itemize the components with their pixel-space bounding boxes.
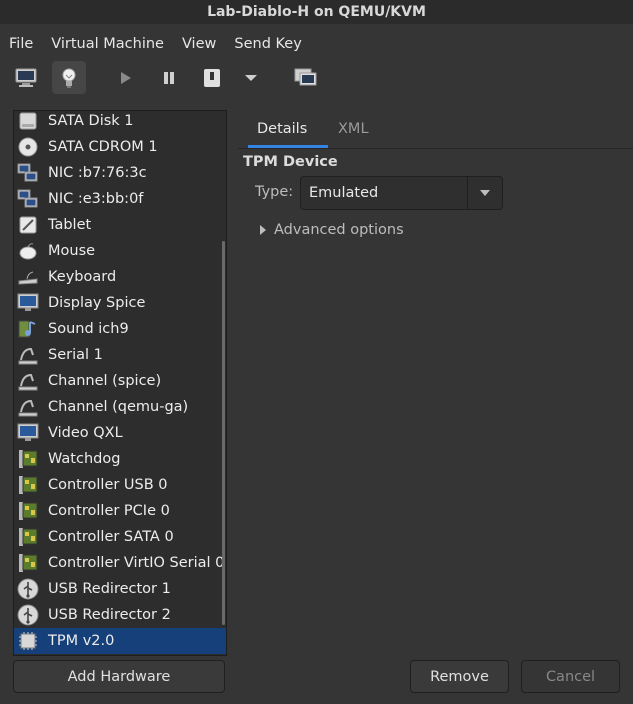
list-item[interactable]: Mouse	[14, 238, 226, 264]
type-select-value: Emulated	[309, 185, 379, 201]
section-title: TPM Device	[243, 154, 338, 170]
list-item[interactable]: Keyboard	[14, 264, 226, 290]
tab-active-indicator	[248, 145, 328, 148]
pci-card-icon	[17, 448, 39, 470]
hardware-list[interactable]: SATA Disk 1 SATA CDROM 1 NIC :b7:76:3c N…	[13, 110, 227, 656]
run-button[interactable]	[108, 61, 142, 94]
menu-file[interactable]: File	[0, 30, 42, 58]
advanced-options-expander[interactable]: Advanced options	[258, 222, 404, 238]
type-select[interactable]: Emulated	[300, 176, 503, 210]
pause-button[interactable]	[152, 61, 186, 94]
tab-details[interactable]: Details	[257, 112, 307, 146]
list-item[interactable]: Channel (qemu-ga)	[14, 394, 226, 420]
console-button[interactable]	[9, 61, 43, 94]
keyboard-icon	[17, 266, 39, 288]
chevron-down-icon[interactable]	[468, 177, 502, 209]
usb-icon	[17, 578, 39, 600]
display-icon	[17, 422, 39, 444]
list-item[interactable]: USB Redirector 2	[14, 602, 226, 628]
list-item[interactable]: SATA Disk 1	[14, 111, 226, 134]
channel-icon	[17, 370, 39, 392]
tab-xml[interactable]: XML	[338, 112, 369, 146]
list-item[interactable]: NIC :b7:76:3c	[14, 160, 226, 186]
fullscreen-icon	[294, 68, 317, 85]
list-item[interactable]: Display Spice	[14, 290, 226, 316]
fullscreen-button[interactable]	[289, 61, 323, 94]
list-item[interactable]: SATA CDROM 1	[14, 134, 226, 160]
list-item[interactable]: Controller VirtIO Serial 0	[14, 550, 226, 576]
serial-icon	[17, 344, 39, 366]
chevron-right-icon	[260, 225, 266, 235]
usb-icon	[17, 604, 39, 626]
list-item[interactable]: NIC :e3:bb:0f	[14, 186, 226, 212]
shutdown-button[interactable]	[195, 61, 229, 94]
menu-send-key[interactable]: Send Key	[225, 30, 310, 58]
mouse-icon	[17, 240, 39, 262]
details-lightbulb-icon	[62, 68, 76, 88]
chip-icon	[17, 630, 39, 652]
list-item[interactable]: Controller PCIe 0	[14, 498, 226, 524]
add-hardware-button[interactable]: Add Hardware	[13, 660, 225, 693]
pci-card-icon	[17, 526, 39, 548]
list-item-selected[interactable]: TPM v2.0	[14, 628, 226, 654]
tablet-icon	[17, 214, 39, 236]
menu-virtual-machine[interactable]: Virtual Machine	[42, 30, 173, 58]
sound-icon	[17, 318, 39, 340]
network-icon	[17, 162, 39, 184]
console-icon	[15, 68, 37, 87]
scrollbar[interactable]	[222, 241, 225, 625]
disk-icon	[17, 111, 39, 132]
list-item[interactable]: Watchdog	[14, 446, 226, 472]
details-button[interactable]	[52, 61, 86, 94]
pci-card-icon	[17, 552, 39, 574]
pci-card-icon	[17, 474, 39, 496]
list-item[interactable]: Sound ich9	[14, 316, 226, 342]
list-item[interactable]: Video QXL	[14, 420, 226, 446]
dropdown-arrow-icon	[245, 74, 257, 81]
advanced-options-label: Advanced options	[274, 222, 404, 238]
channel-icon	[17, 396, 39, 418]
list-item[interactable]: Controller USB 0	[14, 472, 226, 498]
list-item[interactable]: Controller SATA 0	[14, 524, 226, 550]
menu-view[interactable]: View	[173, 30, 225, 58]
pause-icon	[164, 71, 174, 84]
network-icon	[17, 188, 39, 210]
toolbar	[0, 60, 633, 96]
play-icon	[121, 71, 131, 84]
shutdown-menu-button[interactable]	[234, 61, 268, 94]
list-item[interactable]: Tablet	[14, 212, 226, 238]
list-item[interactable]: Channel (spice)	[14, 368, 226, 394]
menu-bar: File Virtual Machine View Send Key	[0, 30, 633, 58]
cancel-button[interactable]: Cancel	[521, 660, 620, 693]
display-icon	[17, 292, 39, 314]
list-item[interactable]: Serial 1	[14, 342, 226, 368]
type-label: Type:	[255, 184, 294, 200]
power-icon	[204, 68, 220, 87]
tab-bar: Details XML	[238, 112, 633, 149]
cdrom-icon	[17, 136, 39, 158]
window-title: Lab-Diablo-H on QEMU/KVM	[0, 0, 633, 24]
remove-button[interactable]: Remove	[410, 660, 509, 693]
list-item[interactable]: USB Redirector 1	[14, 576, 226, 602]
pci-card-icon	[17, 500, 39, 522]
